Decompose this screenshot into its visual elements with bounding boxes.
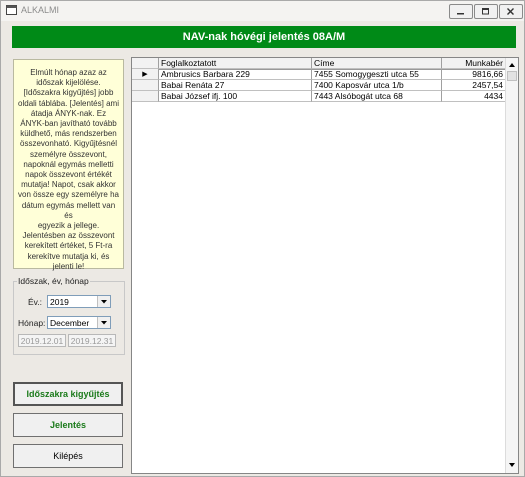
minimize-icon bbox=[457, 13, 464, 15]
cell-wage[interactable]: 9816,66 bbox=[442, 69, 506, 80]
restore-icon bbox=[482, 8, 489, 15]
title-bar: ALKALMI bbox=[1, 1, 524, 21]
table-row[interactable]: ▶ Ambrusics Barbara 229 7455 Somogygeszt… bbox=[132, 69, 506, 80]
report-button[interactable]: Jelentés bbox=[13, 413, 123, 437]
data-table[interactable]: Foglalkoztatott Címe Munkabér ▶ Ambrusic… bbox=[131, 57, 519, 474]
close-button[interactable] bbox=[499, 4, 523, 19]
year-label: Év.: bbox=[28, 297, 43, 307]
cell-name[interactable]: Babai József ifj. 100 bbox=[159, 91, 312, 102]
column-header-wage[interactable]: Munkabér bbox=[442, 58, 506, 69]
exit-button[interactable]: Kilépés bbox=[13, 444, 123, 468]
date-to-field[interactable]: 2019.12.31 bbox=[68, 334, 116, 347]
column-header-address[interactable]: Címe bbox=[312, 58, 442, 69]
vertical-scrollbar[interactable] bbox=[505, 58, 518, 473]
month-label: Hónap: bbox=[18, 318, 46, 328]
page-title: NAV-nak hóvégi jelentés 08A/M bbox=[12, 26, 516, 48]
row-indicator-cell bbox=[132, 91, 159, 102]
minimize-button[interactable] bbox=[449, 4, 473, 19]
close-icon bbox=[507, 8, 514, 15]
month-select[interactable]: December bbox=[47, 316, 111, 329]
cell-name[interactable]: Babai Renáta 27 bbox=[159, 80, 312, 91]
year-select[interactable]: 2019 bbox=[47, 295, 111, 308]
table-row[interactable]: Babai József ifj. 100 7443 Alsóbogát utc… bbox=[132, 91, 506, 102]
column-header-name[interactable]: Foglalkoztatott bbox=[159, 58, 312, 69]
scroll-down-icon[interactable] bbox=[507, 460, 517, 470]
collect-button[interactable]: Időszakra kigyűjtés bbox=[13, 382, 123, 406]
month-dropdown-arrow[interactable] bbox=[97, 317, 110, 328]
app-icon bbox=[6, 5, 17, 15]
period-group-label: Időszak, év, hónap bbox=[17, 276, 90, 286]
year-dropdown-arrow[interactable] bbox=[97, 296, 110, 307]
scroll-up-icon[interactable] bbox=[507, 60, 517, 70]
cell-address[interactable]: 7443 Alsóbogát utca 68 bbox=[312, 91, 442, 102]
info-panel: Elmúlt hónap azaz az időszak kijelölése.… bbox=[13, 59, 124, 271]
window-title: ALKALMI bbox=[21, 5, 60, 15]
app-window: ALKALMI NAV-nak hóvégi jelentés 08A/M El… bbox=[0, 0, 525, 477]
cell-address[interactable]: 7400 Kaposvár utca 1/b bbox=[312, 80, 442, 91]
year-value: 2019 bbox=[50, 297, 69, 307]
cell-name[interactable]: Ambrusics Barbara 229 bbox=[159, 69, 312, 80]
cell-wage[interactable]: 4434 bbox=[442, 91, 506, 102]
cell-address[interactable]: 7455 Somogygeszti utca 55 bbox=[312, 69, 442, 80]
row-indicator-cell bbox=[132, 80, 159, 91]
header-indicator-cell bbox=[132, 58, 159, 69]
cell-wage[interactable]: 2457,54 bbox=[442, 80, 506, 91]
row-indicator-icon: ▶ bbox=[132, 69, 159, 80]
chevron-down-icon bbox=[101, 321, 107, 325]
month-value: December bbox=[50, 318, 90, 328]
chevron-down-icon bbox=[101, 300, 107, 304]
scroll-thumb[interactable] bbox=[507, 71, 517, 81]
table-row[interactable]: Babai Renáta 27 7400 Kaposvár utca 1/b 2… bbox=[132, 80, 506, 91]
restore-button[interactable] bbox=[474, 4, 498, 19]
date-from-field[interactable]: 2019.12.01 bbox=[18, 334, 66, 347]
